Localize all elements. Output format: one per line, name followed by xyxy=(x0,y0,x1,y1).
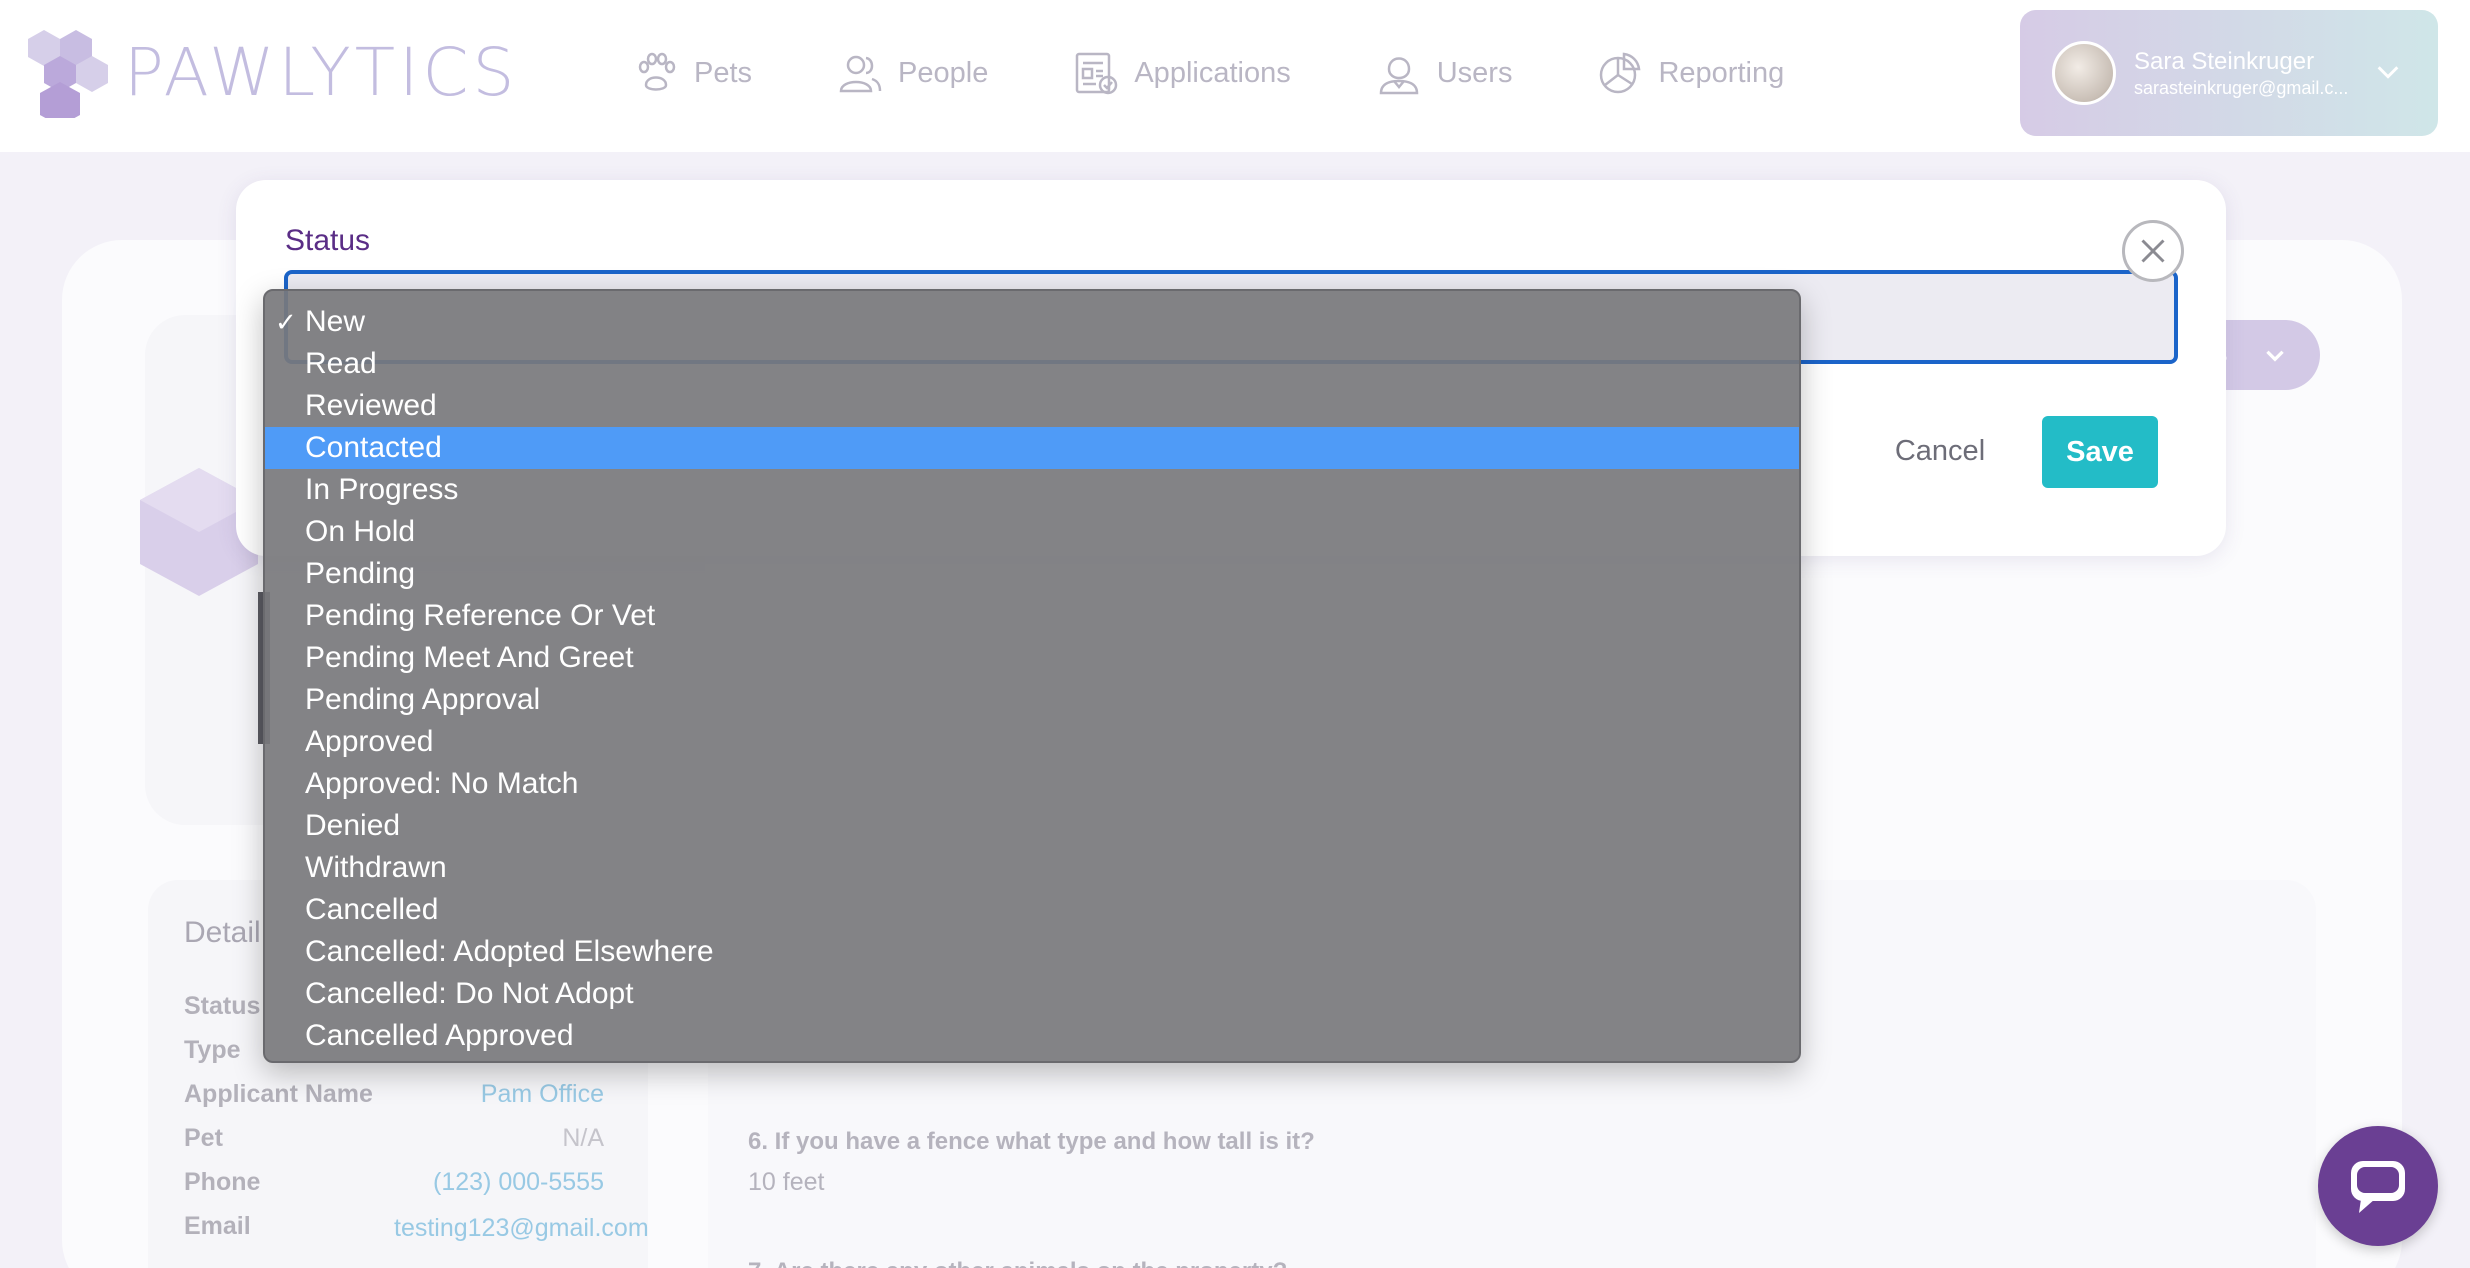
status-option[interactable]: On Hold xyxy=(265,511,1799,553)
close-icon xyxy=(2141,239,2165,263)
chat-button[interactable] xyxy=(2318,1126,2438,1246)
question-6: 6. If you have a fence what type and how… xyxy=(748,1128,1315,1155)
detail-value-phone[interactable]: (123) 000-5555 xyxy=(433,1168,604,1197)
status-field-label: Status xyxy=(285,224,371,257)
logo-hexagons-icon xyxy=(28,30,108,118)
pie-chart-icon xyxy=(1600,52,1641,94)
status-option-label: Withdrawn xyxy=(305,851,447,884)
nav-item-people[interactable]: People xyxy=(838,51,988,95)
detail-label-status: Status xyxy=(184,992,261,1020)
detail-label-phone: Phone xyxy=(184,1168,261,1196)
cancel-button[interactable]: Cancel xyxy=(1872,418,2008,484)
status-option[interactable]: Pending Meet And Greet xyxy=(265,637,1799,679)
status-option[interactable]: Pending Reference Or Vet xyxy=(265,595,1799,637)
detail-label-email: Email xyxy=(184,1212,251,1240)
detail-value-pet: N/A xyxy=(562,1124,604,1152)
main-nav: Pets People Applications Users Reporting xyxy=(634,40,1870,106)
detail-label-type: Type xyxy=(184,1036,241,1064)
save-button[interactable]: Save xyxy=(2042,416,2158,488)
people-icon xyxy=(839,55,882,93)
nav-label-pets: Pets xyxy=(694,56,753,89)
user-info: Sara Steinkruger sarasteinkruger@gmail.c… xyxy=(2134,48,2384,99)
pawlytics-logo[interactable]: PAWLYTICS xyxy=(22,22,518,122)
status-option-label: New xyxy=(305,305,366,338)
nav-label-applications: Applications xyxy=(1134,56,1291,89)
avatar xyxy=(2052,41,2116,105)
status-option[interactable]: Pending Approval xyxy=(265,679,1799,721)
status-option[interactable]: Pending xyxy=(265,553,1799,595)
chevron-down-icon xyxy=(2266,350,2284,362)
nav-label-users: Users xyxy=(1436,56,1513,89)
status-option[interactable]: Approved xyxy=(265,721,1799,763)
status-option-label: Cancelled: Adopted Elsewhere xyxy=(305,935,714,968)
chevron-down-icon[interactable] xyxy=(2374,58,2402,86)
status-option[interactable]: Approved: No Match xyxy=(265,763,1799,805)
status-option[interactable]: Reviewed xyxy=(265,385,1799,427)
status-option[interactable]: In Progress xyxy=(265,469,1799,511)
status-option-label: Pending Reference Or Vet xyxy=(305,599,656,632)
detail-value-applicant-name[interactable]: Pam Office xyxy=(481,1080,604,1109)
status-option-label: Denied xyxy=(305,809,401,842)
question-7: 7. Are there any other animals on the pr… xyxy=(748,1258,1287,1268)
paw-icon xyxy=(638,52,676,91)
status-option[interactable]: Cancelled: Do Not Adopt xyxy=(265,973,1799,1015)
details-title: Detail xyxy=(184,916,261,949)
status-option-label: Read xyxy=(305,347,377,380)
status-option[interactable]: Cancelled xyxy=(265,889,1799,931)
answer-6: 10 feet xyxy=(748,1168,825,1196)
checkmark-icon: ✓ xyxy=(275,307,297,337)
status-option[interactable]: Cancelled Approved xyxy=(265,1015,1799,1057)
status-options-list: ✓ New Read Reviewed Contacted In Progress On H… xyxy=(263,289,1801,1063)
status-option-label: Pending xyxy=(305,557,416,590)
status-option-label: Approved: No Match xyxy=(305,767,579,800)
close-button[interactable] xyxy=(2122,220,2184,282)
user-menu[interactable]: Sara Steinkruger sarasteinkruger@gmail.c… xyxy=(2020,10,2438,136)
status-option-label: Approved xyxy=(305,725,434,758)
applications-icon xyxy=(1076,52,1118,95)
user-email: sarasteinkruger@gmail.c... xyxy=(2134,77,2349,98)
status-option-label: Contacted xyxy=(305,431,442,464)
chat-bubble-icon xyxy=(2351,1161,2405,1213)
status-option-label: Cancelled Approved xyxy=(305,1019,574,1052)
user-icon xyxy=(1379,57,1418,95)
status-option[interactable]: Cancelled: Adopted Elsewhere xyxy=(265,931,1799,973)
detail-label-pet: Pet xyxy=(184,1124,223,1152)
status-option[interactable]: Withdrawn xyxy=(265,847,1799,889)
nav-item-applications[interactable]: Applications xyxy=(1074,51,1291,95)
nav-label-reporting: Reporting xyxy=(1658,56,1785,89)
status-option-label: In Progress xyxy=(305,473,459,506)
nav-item-users[interactable]: Users xyxy=(1377,51,1513,95)
status-option[interactable]: Contacted xyxy=(265,427,1799,469)
status-option[interactable]: ✓ New xyxy=(265,301,1799,343)
nav-item-reporting[interactable]: Reporting xyxy=(1598,51,1784,95)
nav-label-people: People xyxy=(898,56,989,89)
status-option-label: Cancelled: Do Not Adopt xyxy=(305,977,634,1010)
status-option-label: On Hold xyxy=(305,515,416,548)
detail-value-email[interactable]: testing123@gmail.com xyxy=(394,1212,649,1244)
detail-label-applicant-name: Applicant Name xyxy=(184,1080,373,1108)
top-navigation-bar: PAWLYTICS Pets People Applications Users… xyxy=(0,0,2470,152)
user-name: Sara Steinkruger xyxy=(2134,47,2315,75)
status-option-label: Reviewed xyxy=(305,389,437,422)
status-option[interactable]: Denied xyxy=(265,805,1799,847)
status-option-label: Pending Approval xyxy=(305,683,541,716)
nav-item-pets[interactable]: Pets xyxy=(634,51,752,95)
status-option[interactable]: Read xyxy=(265,343,1799,385)
logo-text: PAWLYTICS xyxy=(124,33,519,111)
status-option-label: Pending Meet And Greet xyxy=(305,641,634,674)
status-option-label: Cancelled xyxy=(305,893,439,926)
